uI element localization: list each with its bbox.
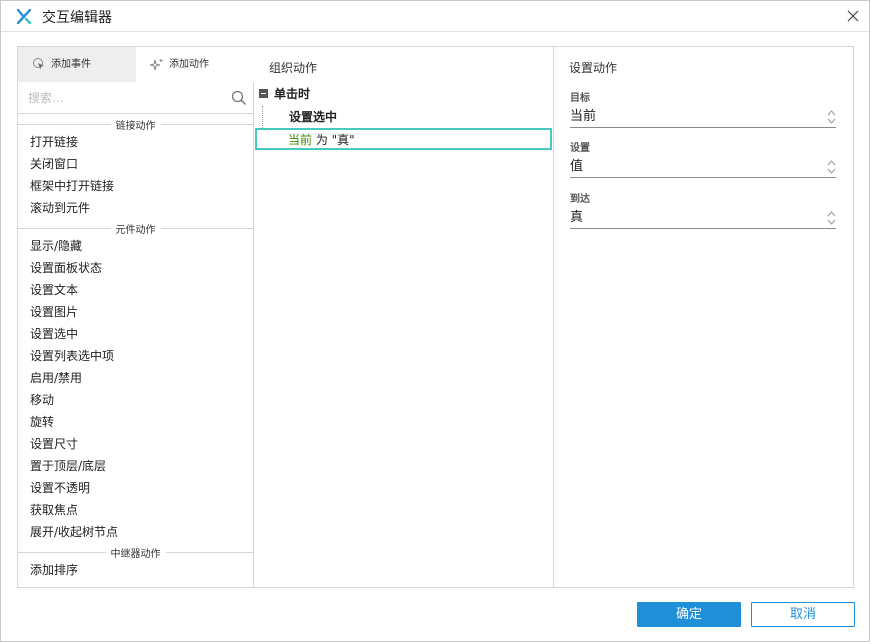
action-target-text: 当前 (288, 133, 313, 147)
list-item[interactable]: 显示/隐藏 (18, 235, 253, 257)
target-select[interactable]: 当前 (570, 107, 836, 128)
organize-actions-header: 组织动作 (269, 61, 318, 75)
action-value-text: "真" (331, 133, 355, 147)
to-label: 到达 (570, 194, 590, 205)
list-item[interactable]: 移动 (18, 389, 253, 411)
target-select-value: 当前 (570, 109, 597, 124)
group-header-link-actions: 链接动作 (18, 117, 253, 132)
set-select-value: 值 (570, 159, 584, 174)
cursor-click-icon (33, 58, 44, 70)
list-item[interactable]: 设置不透明 (18, 477, 253, 499)
select-arrows-icon (827, 211, 836, 225)
tab-add-event-label: 添加事件 (51, 59, 91, 70)
tab-add-action-label: 添加动作 (169, 59, 209, 70)
list-item[interactable]: 设置尺寸 (18, 433, 253, 455)
target-property: 目标 当前 (570, 89, 836, 128)
collapse-icon[interactable] (259, 89, 268, 98)
to-property: 到达 真 (570, 190, 836, 229)
tab-add-action[interactable]: 添加动作 (136, 47, 254, 82)
configure-action-header: 设置动作 (569, 61, 618, 75)
set-select[interactable]: 值 (570, 157, 836, 178)
editor-body: 添加事件 添加动作 链接动作 打开链接 (17, 46, 854, 588)
close-icon[interactable] (845, 8, 861, 24)
configure-action-panel: 设置动作 目标 当前 设置 值 到达 真 (554, 47, 853, 587)
list-item[interactable]: 启用/禁用 (18, 367, 253, 389)
list-item[interactable]: 展开/收起树节点 (18, 521, 253, 543)
organize-actions-panel: 组织动作 单击时 设置选中 当前 为 "真" (254, 47, 554, 587)
select-arrows-icon (827, 110, 836, 124)
app-logo-icon (16, 8, 32, 25)
target-label: 目标 (570, 93, 590, 104)
window-title: 交互编辑器 (42, 10, 112, 26)
to-select[interactable]: 真 (570, 208, 836, 229)
to-select-value: 真 (570, 210, 584, 225)
list-item[interactable]: 旋转 (18, 411, 253, 433)
library-tabs: 添加事件 添加动作 (18, 47, 254, 82)
search-bar (18, 82, 253, 114)
list-item[interactable]: 设置图片 (18, 301, 253, 323)
sparkle-icon (150, 58, 164, 71)
cancel-button[interactable]: 取消 (751, 602, 855, 627)
tree-action-node[interactable]: 当前 为 "真" (255, 128, 552, 150)
list-item[interactable]: 添加排序 (18, 559, 253, 581)
group-header-widget-actions: 元件动作 (18, 221, 253, 236)
list-item[interactable]: 框架中打开链接 (18, 175, 253, 197)
set-label: 设置 (570, 143, 590, 154)
tree-case-node[interactable]: 设置选中 (262, 106, 553, 128)
list-item[interactable]: 关闭窗口 (18, 153, 253, 175)
group-header-repeater-actions: 中继器动作 (18, 545, 253, 560)
tree-event-label: 单击时 (274, 87, 311, 101)
list-item[interactable]: 设置列表选中项 (18, 345, 253, 367)
search-input[interactable] (28, 89, 218, 107)
action-library-panel: 添加事件 添加动作 链接动作 打开链接 (18, 47, 254, 587)
list-item[interactable]: 设置面板状态 (18, 257, 253, 279)
action-list: 链接动作 打开链接 关闭窗口 框架中打开链接 滚动到元件 元件动作 显示/隐藏 … (18, 115, 253, 587)
list-item[interactable]: 设置选中 (18, 323, 253, 345)
list-item[interactable]: 置于顶层/底层 (18, 455, 253, 477)
search-icon[interactable] (231, 90, 247, 106)
ok-button[interactable]: 确定 (637, 602, 741, 627)
action-connector-text: 为 (312, 133, 332, 147)
tree-event-node[interactable]: 单击时 (254, 84, 553, 104)
list-item[interactable]: 打开链接 (18, 131, 253, 153)
action-tree: 单击时 设置选中 当前 为 "真" (254, 84, 553, 150)
set-property: 设置 值 (570, 139, 836, 178)
list-item[interactable]: 获取焦点 (18, 499, 253, 521)
title-bar: 交互编辑器 (1, 1, 869, 32)
list-item[interactable]: 滚动到元件 (18, 197, 253, 219)
select-arrows-icon (827, 160, 836, 174)
interaction-editor-window: 交互编辑器 添加事件 添加动作 搜索... 链接动作 打开链接 关闭窗口 框架中… (0, 0, 870, 642)
list-item[interactable]: 设置文本 (18, 279, 253, 301)
tab-add-event[interactable]: 添加事件 (18, 47, 136, 82)
